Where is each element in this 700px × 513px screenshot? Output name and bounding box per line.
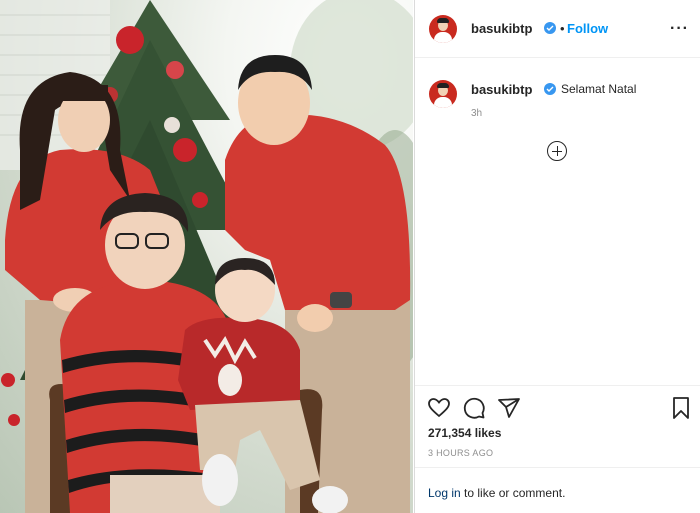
more-icon[interactable]: ··· — [670, 20, 689, 38]
comment-icon[interactable] — [462, 396, 486, 420]
post-timestamp[interactable]: 3 HOURS AGO — [428, 448, 493, 458]
username[interactable]: basukibtp — [471, 21, 532, 36]
add-comment-icon[interactable] — [547, 141, 567, 161]
caption-age: 3h — [471, 108, 483, 119]
heart-icon[interactable] — [427, 396, 451, 420]
verified-icon — [544, 22, 556, 34]
post-header: basukibtp • Follow ··· — [415, 0, 700, 58]
follow-button[interactable]: Follow — [567, 21, 608, 36]
family-photo-illustration — [0, 0, 413, 513]
bookmark-icon[interactable] — [669, 396, 693, 420]
action-bar — [415, 385, 700, 419]
caption-text: Selamat Natal — [561, 82, 637, 96]
avatar[interactable] — [429, 15, 457, 43]
comment-bar: Log in to like or comment. — [415, 467, 700, 513]
login-rest-text: to like or comment. — [460, 486, 566, 500]
post-side-panel: basukibtp • Follow ··· basukibtp Selamat… — [414, 0, 700, 513]
share-icon[interactable] — [497, 396, 521, 420]
login-prompt: Log in to like or comment. — [428, 486, 565, 500]
post-photo[interactable] — [0, 0, 413, 513]
caption-username[interactable]: basukibtp — [471, 82, 532, 97]
separator-dot: • — [560, 21, 565, 36]
login-link[interactable]: Log in — [428, 486, 461, 500]
caption-avatar[interactable] — [429, 80, 457, 108]
verified-icon — [544, 83, 556, 95]
likes-count[interactable]: 271,354 likes — [428, 426, 501, 440]
